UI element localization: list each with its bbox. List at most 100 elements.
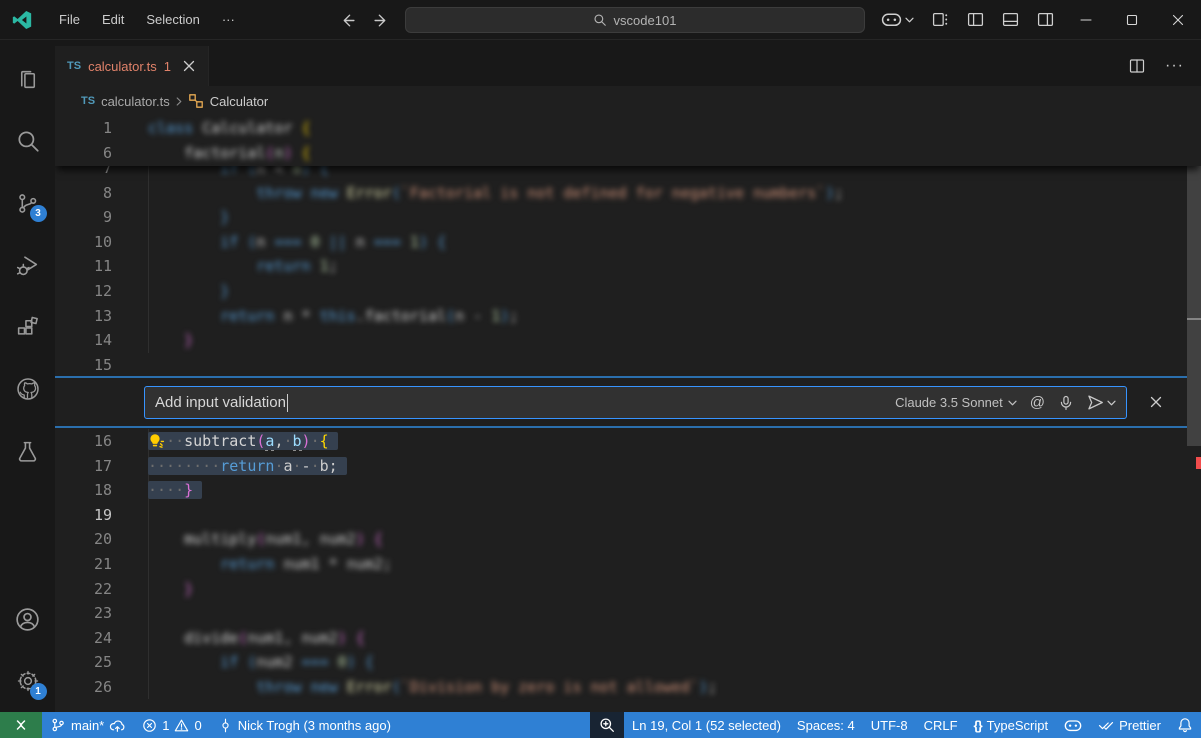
- code-line-25[interactable]: 25 if (num2 === 0) {: [55, 650, 1187, 675]
- code-line-24[interactable]: 24 divide(num1, num2) {: [55, 626, 1187, 651]
- menu-edit[interactable]: Edit: [93, 8, 133, 31]
- sidebar-item-explorer[interactable]: [4, 48, 52, 110]
- encoding-status[interactable]: UTF-8: [863, 712, 916, 738]
- sidebar-item-search[interactable]: [4, 110, 52, 172]
- sidebar-item-github[interactable]: [4, 358, 52, 420]
- workbench: 3 1 TS calculator.ts 1: [0, 40, 1201, 712]
- mic-icon[interactable]: [1058, 395, 1074, 411]
- vertical-scrollbar[interactable]: [1187, 164, 1201, 446]
- line-number: 19: [55, 503, 112, 528]
- notifications-bell[interactable]: [1169, 712, 1201, 738]
- extensions-icon: [15, 315, 40, 340]
- sidebar-item-extensions[interactable]: [4, 296, 52, 358]
- language-mode-status[interactable]: {} TypeScript: [966, 712, 1057, 738]
- code-line-15[interactable]: 15: [55, 353, 1187, 378]
- status-bar-left: main* 1 0 Nick Trogh (3 months ago): [0, 712, 399, 738]
- code-editor[interactable]: 7 if (n < 0) {8 throw new Error(`Factori…: [55, 116, 1201, 712]
- code-text: factorial(n) {: [148, 141, 311, 166]
- problems-status[interactable]: 1 0: [134, 712, 209, 738]
- inline-chat-toolbar: Claude 3.5 Sonnet @: [895, 394, 1116, 411]
- code-text: multiply(num1, num2) {: [148, 527, 383, 552]
- code-line-20[interactable]: 20 multiply(num1, num2) {: [55, 527, 1187, 552]
- code-line-8[interactable]: 8 throw new Error(`Factorial is not defi…: [55, 181, 1187, 206]
- remote-indicator[interactable]: [0, 712, 42, 738]
- inline-chat-widget: Add input validation Claude 3.5 Sonnet @: [55, 376, 1187, 428]
- sidebar-item-source-control[interactable]: 3: [4, 172, 52, 234]
- search-icon: [15, 128, 41, 154]
- copilot-menu-button[interactable]: [872, 0, 923, 40]
- language-label: TypeScript: [987, 718, 1048, 733]
- code-line-1[interactable]: 1class Calculator {: [55, 116, 1201, 141]
- maximize-button[interactable]: [1109, 0, 1155, 40]
- code-line-11[interactable]: 11 return 1;: [55, 254, 1187, 279]
- breadcrumb-file[interactable]: calculator.ts: [101, 94, 170, 109]
- line-number: 9: [55, 205, 112, 230]
- sidebar-item-testing[interactable]: [4, 420, 52, 482]
- code-line-14[interactable]: 14 }: [55, 328, 1187, 353]
- model-picker[interactable]: Claude 3.5 Sonnet: [895, 395, 1017, 410]
- close-tab-icon[interactable]: [182, 59, 196, 73]
- tab-problem-count: 1: [164, 59, 171, 74]
- send-button[interactable]: [1087, 394, 1116, 411]
- code-text: class Calculator {: [148, 116, 311, 141]
- code-line-23[interactable]: 23: [55, 601, 1187, 626]
- split-editor-icon[interactable]: [1122, 46, 1152, 86]
- minimize-button[interactable]: [1063, 0, 1109, 40]
- title-bar-left: File Edit Selection ···: [0, 8, 244, 32]
- branch-status[interactable]: main*: [42, 712, 134, 738]
- tab-calculator-ts[interactable]: TS calculator.ts 1: [55, 46, 209, 86]
- git-branch-icon: [50, 717, 66, 733]
- copilot-lightbulb-icon[interactable]: [147, 432, 166, 451]
- toggle-primary-sidebar-button[interactable]: [958, 0, 993, 40]
- code-line-22[interactable]: 22 }: [55, 577, 1187, 602]
- formatter-status[interactable]: Prettier: [1090, 712, 1169, 738]
- editor-group: TS calculator.ts 1 ··· TS calculator.ts …: [55, 40, 1201, 712]
- code-line-26[interactable]: 26 throw new Error(`Division by zero is …: [55, 675, 1187, 700]
- inline-chat-input[interactable]: Add input validation Claude 3.5 Sonnet @: [144, 386, 1127, 419]
- menu-file[interactable]: File: [50, 8, 89, 31]
- code-line-18[interactable]: 18····}: [55, 478, 1187, 503]
- sidebar-item-run-debug[interactable]: [4, 234, 52, 296]
- attach-context-button[interactable]: @: [1030, 394, 1045, 411]
- settings-button[interactable]: 1: [4, 650, 52, 712]
- line-number: 24: [55, 626, 112, 651]
- code-line-21[interactable]: 21 return num1 * num2;: [55, 552, 1187, 577]
- class-symbol-icon: [188, 93, 204, 109]
- close-inline-chat-icon[interactable]: [1149, 395, 1163, 409]
- line-number: 8: [55, 181, 112, 206]
- accounts-button[interactable]: [4, 588, 52, 650]
- code-line-6[interactable]: 6 factorial(n) {: [55, 141, 1201, 166]
- code-line-16[interactable]: 16 ··subtract(a,·b)·{: [55, 429, 1187, 454]
- more-actions-icon[interactable]: ···: [1158, 46, 1191, 86]
- menu-selection[interactable]: Selection: [137, 8, 208, 31]
- go-forward-icon[interactable]: [371, 9, 393, 31]
- customize-layout-button[interactable]: [923, 0, 958, 40]
- indentation-status[interactable]: Spaces: 4: [789, 712, 863, 738]
- sticky-scroll[interactable]: 1class Calculator {6 factorial(n) {: [55, 116, 1201, 166]
- vscode-logo-icon: [10, 8, 34, 32]
- copilot-icon: [881, 11, 902, 28]
- code-text: }: [148, 205, 229, 230]
- code-line-19[interactable]: 19: [55, 503, 1187, 528]
- eol-status[interactable]: CRLF: [916, 712, 966, 738]
- zoom-indicator[interactable]: [590, 712, 624, 738]
- line-number: 20: [55, 527, 112, 552]
- code-line-10[interactable]: 10 if (n === 0 || n === 1) {: [55, 230, 1187, 255]
- git-blame-status[interactable]: Nick Trogh (3 months ago): [210, 712, 399, 738]
- code-line-13[interactable]: 13 return n * this.factorial(n - 1);: [55, 304, 1187, 329]
- cursor-position-status[interactable]: Ln 19, Col 1 (52 selected): [624, 712, 789, 738]
- line-number: 21: [55, 552, 112, 577]
- menu-more[interactable]: ···: [213, 8, 244, 31]
- close-window-button[interactable]: [1155, 0, 1201, 40]
- code-line-9[interactable]: 9 }: [55, 205, 1187, 230]
- code-text: throw new Error(`Factorial is not define…: [148, 181, 843, 206]
- command-center-search[interactable]: vscode101: [405, 7, 865, 33]
- breadcrumb-symbol[interactable]: Calculator: [210, 94, 269, 109]
- copilot-status[interactable]: [1056, 712, 1090, 738]
- go-back-icon[interactable]: [337, 9, 359, 31]
- toggle-panel-button[interactable]: [993, 0, 1028, 40]
- toggle-secondary-sidebar-button[interactable]: [1028, 0, 1063, 40]
- code-line-12[interactable]: 12 }: [55, 279, 1187, 304]
- chevron-down-icon: [905, 17, 914, 23]
- code-line-17[interactable]: 17········return·a·-·b;: [55, 454, 1187, 479]
